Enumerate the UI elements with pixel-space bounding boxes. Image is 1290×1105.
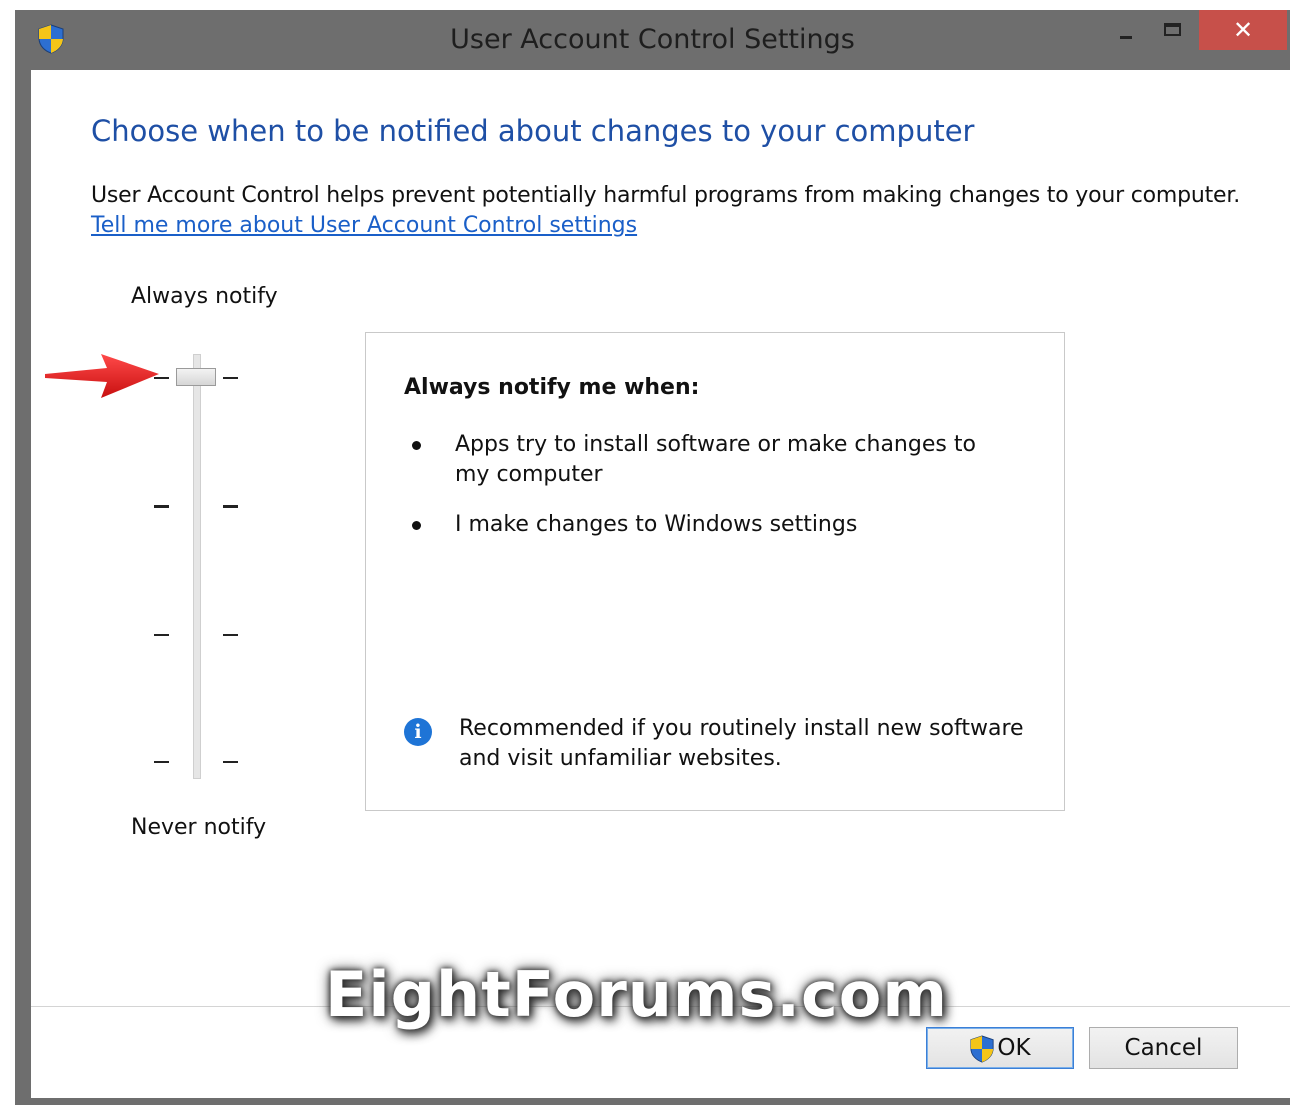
info-icon: i [404,718,432,746]
page-title: Choose when to be notified about changes… [91,114,975,148]
slider-top-label: Always notify [131,284,278,309]
slider-tick [223,505,238,508]
uac-settings-window: User Account Control Settings ✕ Choose w… [15,10,1290,1105]
cancel-button[interactable]: Cancel [1089,1027,1238,1069]
slider-thumb[interactable] [176,368,216,386]
recommendation-text: Recommended if you routinely install new… [459,716,1024,771]
slider-track[interactable] [193,354,201,779]
slider-tick [223,634,238,636]
slider-tick [223,377,238,379]
bullet-icon [412,521,421,530]
description-text: User Account Control helps prevent poten… [91,183,1241,208]
ok-button-label: OK [997,1035,1031,1061]
maximize-icon [1164,23,1181,36]
slider-tick [154,505,169,508]
slider-tick [154,634,169,636]
window-title: User Account Control Settings [450,24,855,55]
learn-more-link[interactable]: Tell me more about User Account Control … [91,213,637,238]
notification-level-slider[interactable] [141,350,261,780]
minimize-icon [1120,36,1132,39]
uac-shield-icon [970,1035,995,1062]
slider-tick [223,761,238,763]
minimize-button[interactable] [1105,10,1145,50]
bullet-icon [412,441,421,450]
close-button[interactable]: ✕ [1199,10,1287,50]
slider-tick [154,761,169,763]
close-icon: ✕ [1232,16,1254,44]
ok-button[interactable]: OK [926,1027,1074,1069]
list-item-text: I make changes to Windows settings [455,512,858,537]
title-bar[interactable]: User Account Control Settings ✕ [15,10,1290,70]
maximize-button[interactable] [1155,10,1195,50]
dialog-content: Choose when to be notified about changes… [31,70,1290,1098]
red-arrow-icon [45,354,159,398]
panel-heading: Always notify me when: [404,375,700,400]
list-item-text: Apps try to install software or make cha… [455,432,976,487]
watermark: EightForums.com [325,958,948,1031]
notification-description-panel: Always notify me when: Apps try to insta… [365,332,1065,811]
slider-bottom-label: Never notify [131,815,267,840]
